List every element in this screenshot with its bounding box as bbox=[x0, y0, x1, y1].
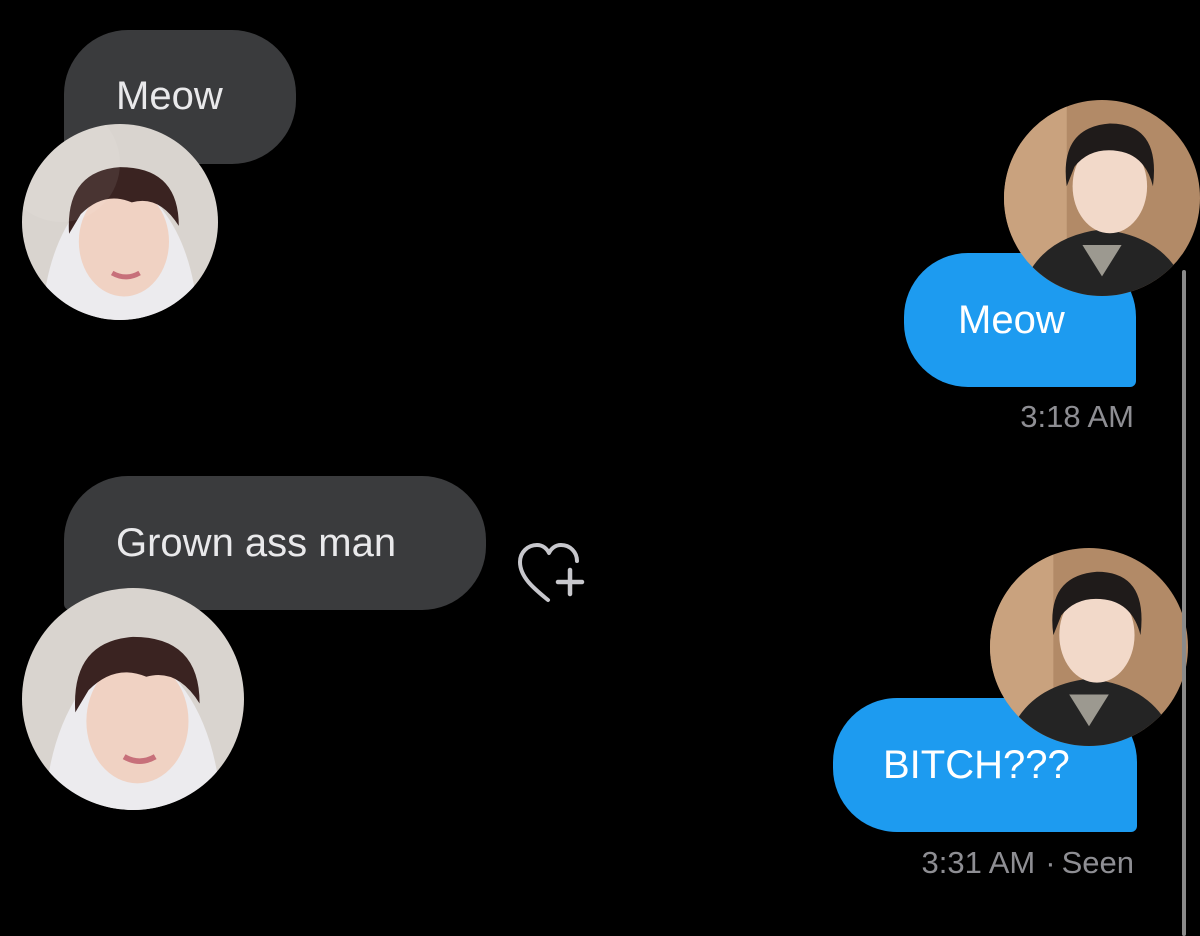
status-separator: · bbox=[1045, 845, 1056, 880]
add-reaction-button[interactable] bbox=[514, 540, 586, 604]
avatar-image bbox=[1004, 100, 1200, 296]
message-timestamp: 3:18 AM bbox=[1020, 399, 1134, 434]
contact-avatar[interactable] bbox=[22, 124, 218, 320]
message-text: Meow bbox=[958, 298, 1065, 342]
message-text: Meow bbox=[116, 74, 223, 118]
message-text: Grown ass man bbox=[116, 521, 397, 565]
message-text: BITCH??? bbox=[883, 743, 1070, 787]
heart-plus-icon bbox=[518, 543, 585, 602]
avatar-image bbox=[990, 548, 1188, 746]
user-avatar[interactable] bbox=[1004, 100, 1200, 296]
contact-avatar[interactable] bbox=[22, 588, 244, 810]
scrollbar[interactable] bbox=[1182, 270, 1186, 936]
seen-status: Seen bbox=[1061, 845, 1134, 880]
message-timestamp: 3:31 AM · Seen bbox=[921, 845, 1134, 880]
user-avatar[interactable] bbox=[990, 548, 1188, 746]
avatar-image bbox=[22, 588, 244, 810]
avatar-image bbox=[22, 124, 218, 320]
